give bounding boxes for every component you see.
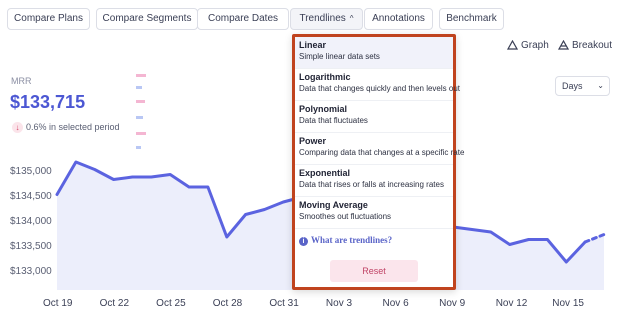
- option-title: Linear: [299, 40, 327, 50]
- benchmark-button[interactable]: Benchmark: [439, 8, 504, 30]
- period-select[interactable]: Days ⌄: [555, 76, 610, 96]
- y-tick-label: $134,500: [10, 191, 52, 202]
- period-select-value: Days: [562, 81, 583, 91]
- option-desc: Comparing data that changes at a specifi…: [299, 148, 465, 157]
- option-title: Moving Average: [299, 200, 368, 210]
- reset-button[interactable]: Reset: [330, 260, 418, 282]
- compare-plans-button[interactable]: Compare Plans: [7, 8, 90, 30]
- render-artifact: [136, 72, 146, 152]
- x-tick-label: Oct 22: [99, 298, 130, 309]
- trendlines-label: Trendlines: [299, 13, 346, 24]
- y-tick-label: $133,500: [10, 241, 52, 252]
- trendlines-menu: Linear Simple linear data sets Logarithm…: [292, 34, 465, 290]
- trendline-option-linear[interactable]: Linear Simple linear data sets: [295, 37, 453, 69]
- trendline-option-moving-average[interactable]: Moving Average Smoothes out fluctuations: [295, 197, 453, 229]
- x-tick-label: Nov 12: [495, 298, 528, 309]
- help-link-label: What are trendlines?: [311, 235, 393, 245]
- breakout-icon: [557, 39, 570, 50]
- graph-button[interactable]: Graph: [506, 39, 549, 51]
- x-tick-label: Oct 31: [269, 298, 299, 309]
- metric-value: $133,715: [10, 92, 86, 112]
- x-tick-label: Oct 28: [212, 298, 243, 309]
- x-tick-label: Oct 25: [156, 298, 186, 309]
- trendline-option-logarithmic[interactable]: Logarithmic Data that changes quickly an…: [295, 69, 460, 101]
- x-tick-label: Oct 19: [43, 298, 73, 309]
- trendlines-help-link[interactable]: i What are trendlines?: [299, 235, 392, 246]
- breakout-button[interactable]: Breakout: [557, 39, 613, 51]
- option-desc: Simple linear data sets: [299, 52, 380, 61]
- x-tick-label: Nov 3: [325, 298, 353, 309]
- option-title: Logarithmic: [299, 72, 351, 82]
- trendlines-button[interactable]: Trendlines ^: [290, 8, 363, 30]
- metric-change: ↓ 0.6% in selected period: [12, 122, 120, 133]
- graph-icon: [506, 39, 519, 50]
- x-tick-label: Nov 15: [552, 298, 584, 309]
- option-desc: Data that fluctuates: [299, 116, 368, 125]
- option-desc: Data that changes quickly and then level…: [299, 84, 460, 93]
- metric-label: MRR: [11, 76, 32, 86]
- x-tick-label: Nov 9: [439, 298, 466, 309]
- annotations-button[interactable]: Annotations: [364, 8, 433, 30]
- chevron-up-icon: ^: [349, 14, 354, 23]
- y-tick-label: $134,000: [10, 216, 52, 227]
- info-icon: i: [299, 237, 308, 246]
- option-title: Polynomial: [299, 104, 348, 114]
- chevron-down-icon: ⌄: [597, 81, 604, 90]
- option-title: Exponential: [299, 168, 351, 178]
- trendline-option-exponential[interactable]: Exponential Data that rises or falls at …: [295, 165, 453, 197]
- metric-change-text: 0.6% in selected period: [26, 122, 120, 132]
- option-desc: Smoothes out fluctuations: [299, 212, 392, 221]
- x-tick-label: Nov 6: [382, 298, 409, 309]
- graph-label: Graph: [521, 40, 549, 51]
- breakout-label: Breakout: [572, 40, 613, 51]
- trendline-option-polynomial[interactable]: Polynomial Data that fluctuates: [295, 101, 453, 133]
- compare-segments-button[interactable]: Compare Segments: [96, 8, 198, 30]
- y-tick-label: $135,000: [10, 166, 52, 177]
- option-title: Power: [299, 136, 327, 146]
- option-desc: Data that rises or falls at increasing r…: [299, 180, 444, 189]
- compare-dates-button[interactable]: Compare Dates: [197, 8, 289, 30]
- y-tick-label: $133,000: [10, 266, 52, 277]
- trendline-option-power[interactable]: Power Comparing data that changes at a s…: [295, 133, 465, 165]
- arrow-down-icon: ↓: [12, 122, 23, 133]
